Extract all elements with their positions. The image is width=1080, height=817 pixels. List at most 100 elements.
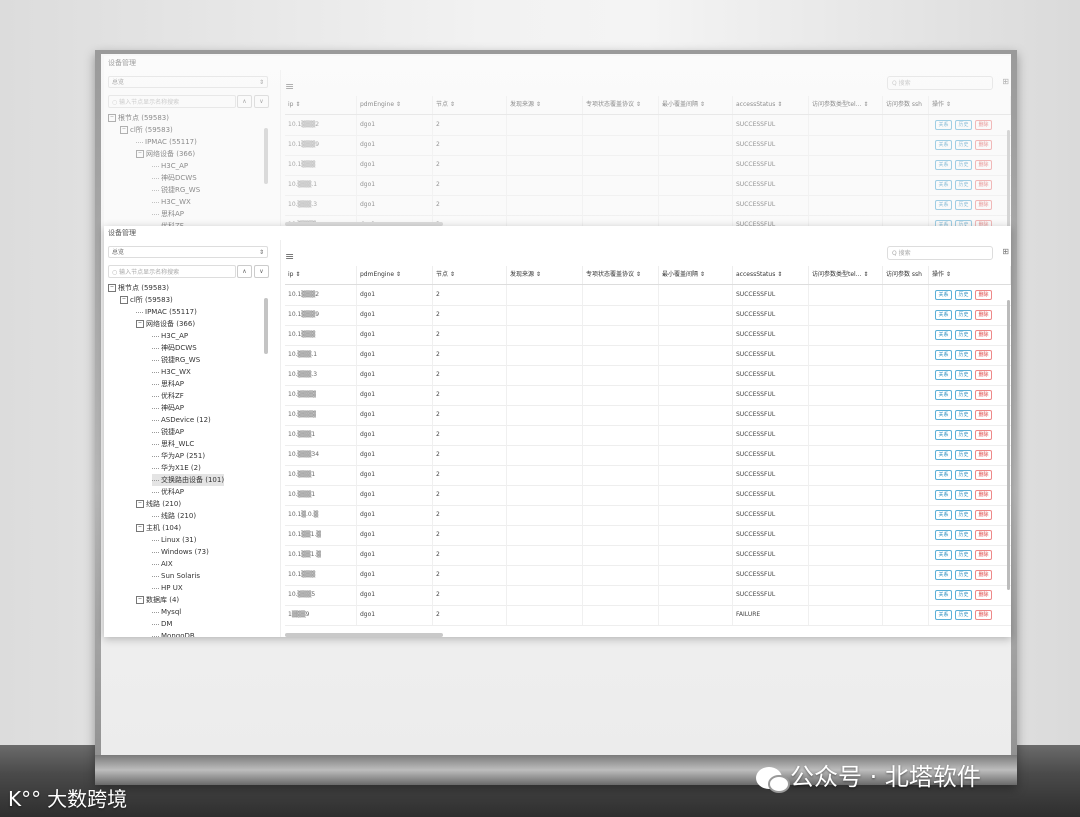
detail-button[interactable]: 关系 bbox=[935, 410, 952, 420]
column-header[interactable]: 操作 ⇕ bbox=[929, 266, 1011, 284]
history-button[interactable]: 历史 bbox=[955, 610, 972, 620]
delete-button[interactable]: 删除 bbox=[975, 450, 992, 460]
collapse-toggle-icon[interactable]: − bbox=[136, 596, 144, 604]
tree-node[interactable]: AIX bbox=[152, 558, 173, 570]
delete-button[interactable]: 删除 bbox=[975, 330, 992, 340]
tree-node[interactable]: Windows (73) bbox=[152, 546, 209, 558]
tree-node[interactable]: 思科_WLC bbox=[152, 438, 194, 450]
table-row[interactable]: 10.1▒.0.▒ dgo1 2 SUCCESSFUL 关系 历史 删除 bbox=[285, 505, 1011, 526]
tree-node[interactable]: H3C_AP bbox=[152, 330, 188, 342]
tree-node[interactable]: − 网络设备 (366) bbox=[136, 318, 195, 330]
tree-node[interactable]: 锐捷AP bbox=[152, 426, 184, 438]
collapse-toggle-icon[interactable]: − bbox=[136, 524, 144, 532]
detail-button[interactable]: 关系 bbox=[935, 570, 952, 580]
collapse-toggle-icon[interactable]: − bbox=[136, 320, 144, 328]
history-button[interactable]: 历史 bbox=[955, 410, 972, 420]
delete-button[interactable]: 删除 bbox=[975, 290, 992, 300]
history-button[interactable]: 历史 bbox=[955, 390, 972, 400]
tree-node[interactable]: DM bbox=[152, 618, 172, 630]
history-button[interactable]: 历史 bbox=[955, 590, 972, 600]
tree-node[interactable]: 锐捷RG_WS bbox=[152, 354, 200, 366]
tree-node[interactable]: ASDevice (12) bbox=[152, 414, 211, 426]
tree-node[interactable]: − 线路 (210) bbox=[136, 498, 181, 510]
tree-node[interactable]: Sun Solaris bbox=[152, 570, 200, 582]
table-row[interactable]: 10.▒▒▒▒ dgo1 2 SUCCESSFUL 关系 历史 删除 bbox=[285, 385, 1011, 406]
tree-node[interactable]: Linux (31) bbox=[152, 534, 196, 546]
move-up-button[interactable]: ∧ bbox=[237, 265, 252, 278]
detail-button[interactable]: 关系 bbox=[935, 350, 952, 360]
column-header[interactable]: 访问参数类型tel... ⇕ bbox=[809, 266, 883, 284]
delete-button[interactable]: 删除 bbox=[975, 510, 992, 520]
table-row[interactable]: 10.1▒▒▒ dgo1 2 SUCCESSFUL 关系 历史 删除 bbox=[285, 565, 1011, 586]
column-header[interactable]: 访问参数 ssh bbox=[883, 266, 929, 284]
menu-icon[interactable]: ≡ bbox=[285, 250, 294, 263]
table-row[interactable]: 10.1▒▒▒ dgo1 2 SUCCESSFUL 关系 历史 删除 bbox=[285, 325, 1011, 346]
table-row[interactable]: 1▒▒▒9 dgo1 2 FAILURE 关系 历史 删除 bbox=[285, 605, 1011, 626]
history-button[interactable]: 历史 bbox=[955, 370, 972, 380]
table-vertical-scrollbar[interactable] bbox=[1007, 300, 1010, 590]
history-button[interactable]: 历史 bbox=[955, 450, 972, 460]
move-down-button[interactable]: ∨ bbox=[254, 265, 269, 278]
tree-node[interactable]: − cl所 (59583) bbox=[120, 294, 173, 306]
delete-button[interactable]: 删除 bbox=[975, 370, 992, 380]
table-row[interactable]: 10.▒▒▒1 dgo1 2 SUCCESSFUL 关系 历史 删除 bbox=[285, 485, 1011, 506]
tree-node[interactable]: 思科AP bbox=[152, 378, 184, 390]
column-header[interactable]: 专项状态覆盖协议 ⇕ bbox=[583, 266, 659, 284]
tree-node[interactable]: 交换路由设备 (101) bbox=[152, 474, 225, 486]
history-button[interactable]: 历史 bbox=[955, 330, 972, 340]
column-header[interactable]: 节点 ⇕ bbox=[433, 266, 507, 284]
delete-button[interactable]: 删除 bbox=[975, 310, 992, 320]
history-button[interactable]: 历史 bbox=[955, 530, 972, 540]
collapse-toggle-icon[interactable]: − bbox=[136, 500, 144, 508]
detail-button[interactable]: 关系 bbox=[935, 590, 952, 600]
tree-node[interactable]: HP UX bbox=[152, 582, 183, 594]
table-row[interactable]: 10.▒▒▒34 dgo1 2 SUCCESSFUL 关系 历史 删除 bbox=[285, 445, 1011, 466]
history-button[interactable]: 历史 bbox=[955, 550, 972, 560]
detail-button[interactable]: 关系 bbox=[935, 390, 952, 400]
tree-node[interactable]: 神码DCWS bbox=[152, 342, 197, 354]
history-button[interactable]: 历史 bbox=[955, 430, 972, 440]
table-row[interactable]: 10.▒▒▒1 dgo1 2 SUCCESSFUL 关系 历史 删除 bbox=[285, 425, 1011, 446]
detail-button[interactable]: 关系 bbox=[935, 370, 952, 380]
grid-icon[interactable]: ⊞ bbox=[1002, 247, 1009, 256]
column-header[interactable]: 发现来源 ⇕ bbox=[507, 266, 583, 284]
table-row[interactable]: 10.▒▒▒.1 dgo1 2 SUCCESSFUL 关系 历史 删除 bbox=[285, 345, 1011, 366]
table-row[interactable]: 10.▒▒▒.3 dgo1 2 SUCCESSFUL 关系 历史 删除 bbox=[285, 365, 1011, 386]
detail-button[interactable]: 关系 bbox=[935, 430, 952, 440]
delete-button[interactable]: 删除 bbox=[975, 590, 992, 600]
history-button[interactable]: 历史 bbox=[955, 490, 972, 500]
detail-button[interactable]: 关系 bbox=[935, 330, 952, 340]
tree-node[interactable]: IPMAC (55117) bbox=[136, 306, 197, 318]
column-header[interactable]: accessStatus ⇕ bbox=[733, 266, 809, 284]
tree-node[interactable]: 线路 (210) bbox=[152, 510, 196, 522]
delete-button[interactable]: 删除 bbox=[975, 410, 992, 420]
detail-button[interactable]: 关系 bbox=[935, 550, 952, 560]
tree-node[interactable]: − 根节点 (59583) bbox=[108, 282, 169, 294]
detail-button[interactable]: 关系 bbox=[935, 470, 952, 480]
history-button[interactable]: 历史 bbox=[955, 470, 972, 480]
detail-button[interactable]: 关系 bbox=[935, 610, 952, 620]
tree-node[interactable]: − 数据库 (4) bbox=[136, 594, 179, 606]
tree-node[interactable]: 华为X1E (2) bbox=[152, 462, 201, 474]
delete-button[interactable]: 删除 bbox=[975, 350, 992, 360]
collapse-toggle-icon[interactable]: − bbox=[108, 284, 116, 292]
table-row[interactable]: 10.▒▒▒1 dgo1 2 SUCCESSFUL 关系 历史 删除 bbox=[285, 465, 1011, 486]
delete-button[interactable]: 删除 bbox=[975, 610, 992, 620]
table-search-input[interactable]: Q 搜索 bbox=[887, 246, 993, 260]
table-horizontal-scrollbar[interactable] bbox=[285, 633, 443, 637]
table-row[interactable]: 10.1▒▒▒9 dgo1 2 SUCCESSFUL 关系 历史 删除 bbox=[285, 305, 1011, 326]
tree-node[interactable]: 优科ZF bbox=[152, 390, 184, 402]
table-row[interactable]: 10.▒▒▒5 dgo1 2 SUCCESSFUL 关系 历史 删除 bbox=[285, 585, 1011, 606]
detail-button[interactable]: 关系 bbox=[935, 530, 952, 540]
table-row[interactable]: 10.1▒▒1.▒ dgo1 2 SUCCESSFUL 关系 历史 删除 bbox=[285, 525, 1011, 546]
history-button[interactable]: 历史 bbox=[955, 290, 972, 300]
collapse-toggle-icon[interactable]: − bbox=[120, 296, 128, 304]
tree-node[interactable]: 神码AP bbox=[152, 402, 184, 414]
table-row[interactable]: 10.▒▒▒▒ dgo1 2 SUCCESSFUL 关系 历史 删除 bbox=[285, 405, 1011, 426]
history-button[interactable]: 历史 bbox=[955, 350, 972, 360]
history-button[interactable]: 历史 bbox=[955, 310, 972, 320]
delete-button[interactable]: 删除 bbox=[975, 430, 992, 440]
table-row[interactable]: 10.1▒▒1.▒ dgo1 2 SUCCESSFUL 关系 历史 删除 bbox=[285, 545, 1011, 566]
tree-node[interactable]: − 主机 (104) bbox=[136, 522, 181, 534]
delete-button[interactable]: 删除 bbox=[975, 550, 992, 560]
